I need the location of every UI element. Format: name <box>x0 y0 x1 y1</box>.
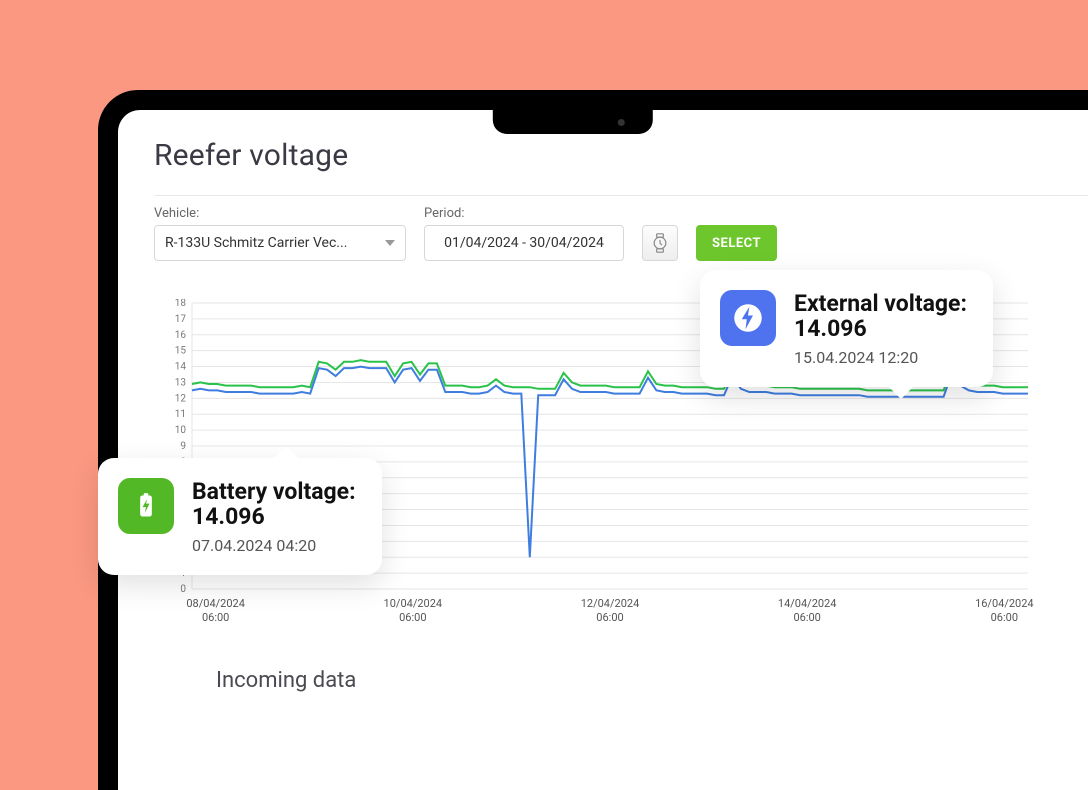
bolt-circle-icon <box>720 290 776 346</box>
period-value: 01/04/2024 - 30/04/2024 <box>444 235 604 251</box>
period-label: Period: <box>424 206 624 221</box>
svg-text:06:00: 06:00 <box>399 611 426 624</box>
device-notch <box>493 110 653 134</box>
tooltip-timestamp: 07.04.2024 04:20 <box>192 536 356 555</box>
svg-text:14/04/2024: 14/04/2024 <box>778 597 837 610</box>
vehicle-filter-group: Vehicle: R-133U Schmitz Carrier Vec... <box>154 206 406 261</box>
svg-text:18: 18 <box>175 299 187 309</box>
tooltip-value: 14.096 <box>192 503 356 530</box>
svg-text:10/04/2024: 10/04/2024 <box>384 597 443 610</box>
tooltip-value: 14.096 <box>794 315 967 342</box>
watch-button[interactable] <box>642 225 678 261</box>
vehicle-value: R-133U Schmitz Carrier Vec... <box>165 235 347 251</box>
tooltip-text: Battery voltage: 14.096 07.04.2024 04:20 <box>192 478 356 555</box>
filter-bar: Vehicle: R-133U Schmitz Carrier Vec... P… <box>154 195 1088 261</box>
select-button[interactable]: SELECT <box>696 225 777 261</box>
svg-text:15: 15 <box>175 346 187 357</box>
select-button-label: SELECT <box>712 236 761 251</box>
svg-text:06:00: 06:00 <box>991 611 1018 624</box>
tooltip-text: External voltage: 14.096 15.04.2024 12:2… <box>794 290 967 367</box>
svg-text:0: 0 <box>180 584 186 595</box>
svg-text:06:00: 06:00 <box>793 611 820 624</box>
svg-text:12: 12 <box>175 393 187 404</box>
tooltip-label: External voltage: <box>794 290 967 317</box>
svg-text:11: 11 <box>175 409 186 420</box>
svg-text:16/04/2024: 16/04/2024 <box>975 597 1034 610</box>
chart-subtitle: Incoming data <box>216 668 356 693</box>
tooltip-timestamp: 15.04.2024 12:20 <box>794 348 967 367</box>
period-filter-group: Period: 01/04/2024 - 30/04/2024 <box>424 206 624 261</box>
svg-text:10: 10 <box>175 425 187 436</box>
battery-bolt-icon <box>118 478 174 534</box>
svg-text:17: 17 <box>175 314 187 325</box>
svg-text:12/04/2024: 12/04/2024 <box>581 597 640 610</box>
svg-text:08/04/2024: 08/04/2024 <box>186 597 245 610</box>
svg-text:06:00: 06:00 <box>596 611 623 624</box>
chevron-down-icon <box>385 240 395 246</box>
battery-voltage-tooltip: Battery voltage: 14.096 07.04.2024 04:20 <box>98 458 382 575</box>
external-voltage-tooltip: External voltage: 14.096 15.04.2024 12:2… <box>700 270 993 387</box>
vehicle-select[interactable]: R-133U Schmitz Carrier Vec... <box>154 225 406 261</box>
page-title: Reefer voltage <box>154 138 1088 173</box>
svg-text:06:00: 06:00 <box>202 611 229 624</box>
tooltip-label: Battery voltage: <box>192 478 356 505</box>
watch-icon <box>650 233 670 253</box>
svg-text:9: 9 <box>180 441 186 452</box>
svg-text:13: 13 <box>175 377 186 388</box>
vehicle-label: Vehicle: <box>154 206 406 221</box>
svg-text:14: 14 <box>175 362 187 373</box>
svg-text:16: 16 <box>175 330 187 341</box>
period-input[interactable]: 01/04/2024 - 30/04/2024 <box>424 225 624 261</box>
